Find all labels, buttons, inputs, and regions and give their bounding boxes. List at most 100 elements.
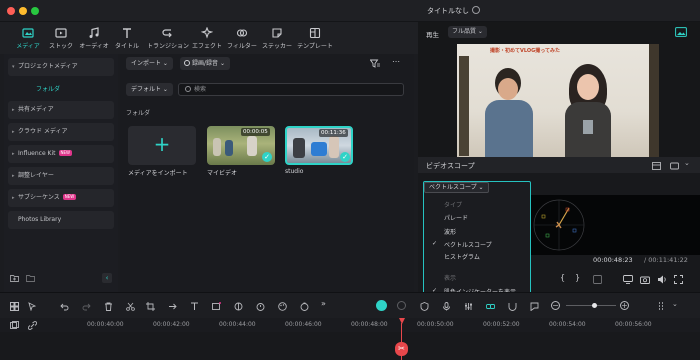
sidebar-item-subsequence[interactable]: ▸ サブシーケンス NEW <box>8 189 114 207</box>
vectorscope-graph <box>533 199 585 251</box>
layout-grid-icon[interactable] <box>10 302 19 311</box>
tab-template[interactable]: テンプレート <box>293 24 337 52</box>
sidebar-item-cloud-media[interactable]: ▸ クラウド メディア <box>8 123 114 141</box>
delete-icon[interactable] <box>104 302 113 311</box>
record-button[interactable]: 録画/録音 ⌄ <box>180 57 230 70</box>
zoom-window-button[interactable] <box>31 7 39 15</box>
fullscreen-icon[interactable] <box>674 275 683 284</box>
color-palette-icon[interactable] <box>278 302 287 311</box>
menu-item-waveform[interactable]: 波形 <box>444 227 456 236</box>
close-window-button[interactable] <box>7 7 15 15</box>
add-track-icon[interactable] <box>10 321 19 330</box>
search-field[interactable]: 検索 <box>178 83 404 96</box>
folder-icon[interactable] <box>26 274 35 282</box>
tab-title[interactable]: タイトル <box>109 24 145 52</box>
sidebar-item-photos-library[interactable]: Photos Library <box>8 211 114 229</box>
template-icon <box>309 27 321 39</box>
timeline-ruler[interactable]: 00:00:40:00 00:00:42:00 00:00:44:00 00:0… <box>0 318 700 332</box>
snapshot-icon[interactable] <box>675 27 687 37</box>
import-button[interactable]: インポート ⌄ <box>126 57 173 70</box>
sidebar-item-folder[interactable]: フォルダ <box>36 84 60 93</box>
play-circle-icon[interactable] <box>397 301 406 310</box>
zoom-out-icon[interactable]: − <box>551 301 560 310</box>
audio-stretch-icon[interactable] <box>300 302 309 311</box>
tab-effect[interactable]: エフェクト <box>189 24 225 52</box>
monitor-icon[interactable] <box>623 275 633 284</box>
tab-transition[interactable]: トランジション <box>145 24 191 52</box>
type-header: タイプ <box>444 202 463 209</box>
audio-mixer-icon[interactable] <box>464 302 473 311</box>
media-item-label: メディアをインポート <box>128 170 188 177</box>
speed-icon[interactable] <box>168 302 177 311</box>
split-icon[interactable] <box>126 302 135 311</box>
select-tool-icon[interactable] <box>28 302 37 311</box>
scope-panel-icon[interactable] <box>652 162 661 170</box>
sort-default-button[interactable]: デフォルト ⌄ <box>126 83 173 96</box>
tab-stock[interactable]: ストック <box>43 24 79 52</box>
zoom-in-icon[interactable]: + <box>620 301 629 310</box>
zoom-slider-handle[interactable] <box>592 303 597 308</box>
new-badge: NEW <box>62 194 77 200</box>
vectorscope-display <box>528 195 700 255</box>
sidebar-item-shared-media[interactable]: ▸ 共有メディア <box>8 101 114 119</box>
sidebar-item-project-media[interactable]: ▾ プロジェクトメディア <box>8 58 114 76</box>
export-frame-icon[interactable] <box>593 275 602 284</box>
minimize-window-button[interactable] <box>19 7 27 15</box>
quality-dropdown[interactable]: フル品質 ⌄ <box>448 26 487 38</box>
microphone-icon[interactable] <box>442 302 451 311</box>
ai-tool-icon[interactable] <box>376 300 387 311</box>
tab-filter[interactable]: フィルター <box>224 24 260 52</box>
mark-out-icon[interactable]: } <box>575 273 580 282</box>
media-thumbnail-selected[interactable]: 00:11:36 ✓ <box>285 126 353 165</box>
tab-filter-label: フィルター <box>227 43 257 50</box>
text-tool-icon[interactable] <box>190 302 199 311</box>
shield-icon[interactable] <box>420 302 429 311</box>
mark-in-icon[interactable]: { <box>560 273 565 282</box>
sidebar-item-adjustment-layer[interactable]: ▸ 調整レイヤー <box>8 167 114 185</box>
timeline-tracks[interactable] <box>0 332 700 360</box>
timeline-settings-icon[interactable] <box>658 302 667 311</box>
undo-icon[interactable] <box>60 302 69 311</box>
import-media-tile[interactable]: + <box>128 126 196 165</box>
scissors-icon[interactable]: ✂ <box>395 342 408 356</box>
new-folder-icon[interactable] <box>10 274 19 282</box>
zoom-slider-track[interactable] <box>566 305 616 306</box>
media-sidebar: ▾ プロジェクトメディア フォルダ ▸ 共有メディア ▸ クラウド メディア ▸ Inf… <box>4 54 118 292</box>
more-options-icon[interactable]: ⋯ <box>392 57 400 66</box>
scope-chevron-down-icon[interactable]: ⌄ <box>684 159 690 167</box>
scope-type-menu: タイプ パレード 波形 ✓ベクトルスコープ ヒストグラム 表示 ✓肌色インジケー… <box>423 181 531 300</box>
media-thumbnail[interactable]: 00:00:05 ✓ <box>207 126 275 165</box>
tab-sticker[interactable]: ステッカー <box>259 24 295 52</box>
quality-label: フル品質 <box>452 28 477 35</box>
sidebar-item-influence-kit[interactable]: ▸ Influence Kit NEW <box>8 145 114 163</box>
timer-icon[interactable] <box>256 302 265 311</box>
video-preview[interactable]: 撮影・初めてVLOG撮ってみた <box>457 44 659 157</box>
menu-item-parade[interactable]: パレード <box>444 213 468 222</box>
sidebar-item-label: 共有メディア <box>18 106 54 113</box>
collapse-sidebar-button[interactable]: ‹ <box>102 273 112 283</box>
menu-item-vectorscope[interactable]: ✓ ベクトルスコープ <box>432 240 492 249</box>
marker-icon[interactable] <box>530 302 539 311</box>
link-icon[interactable] <box>486 302 495 311</box>
scope-type-dropdown[interactable]: ベクトルスコープ ⌄ <box>424 182 489 193</box>
filter-list-icon[interactable] <box>370 59 380 68</box>
redo-icon[interactable] <box>82 302 91 311</box>
tab-media[interactable]: メディア <box>10 24 46 52</box>
mask-icon[interactable] <box>234 302 243 311</box>
tab-audio[interactable]: オーディオ <box>76 24 112 52</box>
track-link-icon[interactable] <box>28 321 37 330</box>
camera-icon[interactable] <box>640 275 650 284</box>
volume-icon[interactable] <box>657 275 667 284</box>
timeline-chevron-down-icon[interactable]: ⌄ <box>672 300 678 308</box>
ruler-tick: 00:00:48:00 <box>351 321 388 328</box>
scope-layout-icon[interactable] <box>670 162 679 170</box>
sidebar-item-label: クラウド メディア <box>18 128 68 135</box>
sticker-icon <box>272 28 282 38</box>
sync-status-icon[interactable] <box>472 6 480 14</box>
menu-item-histogram[interactable]: ヒストグラム <box>444 252 480 261</box>
stock-icon <box>55 28 67 38</box>
keyframe-icon[interactable] <box>212 302 221 311</box>
crop-icon[interactable] <box>146 302 155 311</box>
more-tools-icon[interactable]: » <box>321 299 326 308</box>
snap-icon[interactable] <box>508 302 517 311</box>
